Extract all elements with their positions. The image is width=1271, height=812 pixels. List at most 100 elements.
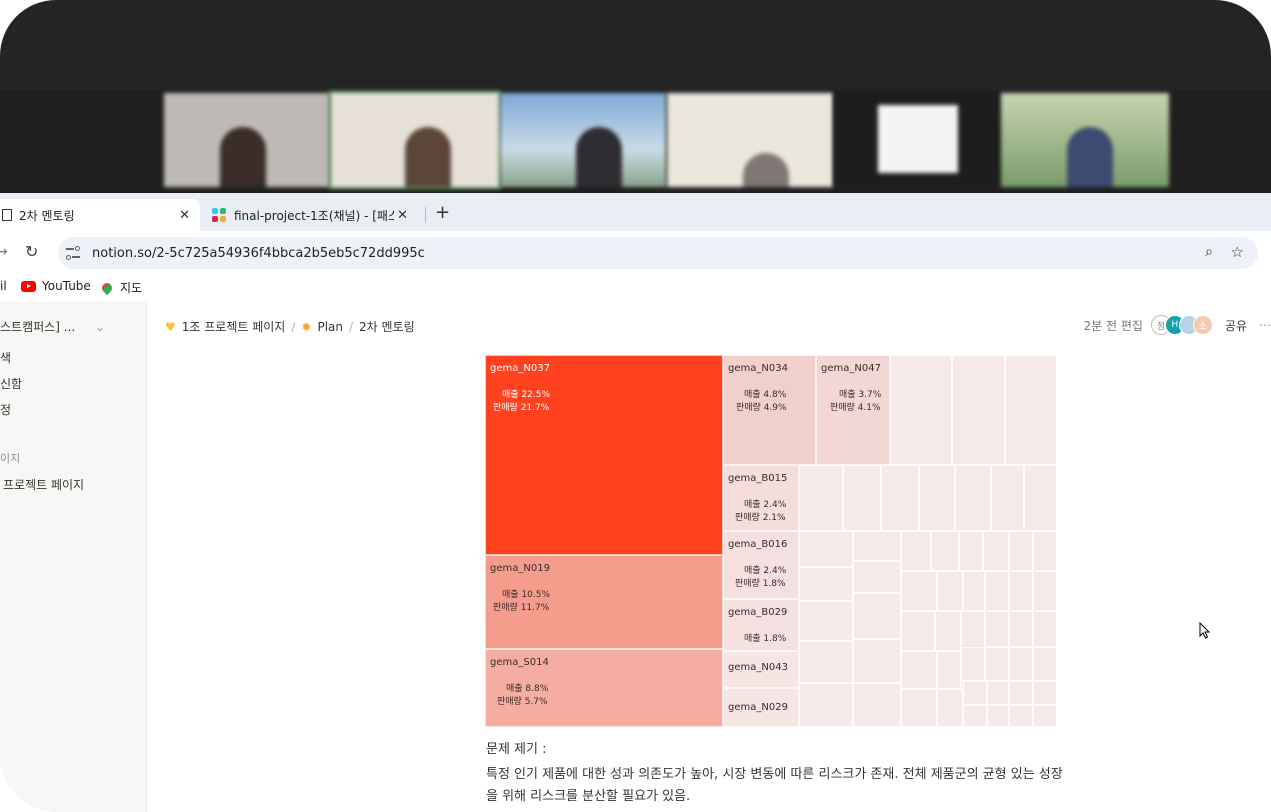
- problem-heading: 문제 제기 :: [486, 742, 547, 757]
- sidebar-item-inbox[interactable]: 신함: [0, 375, 22, 392]
- treemap-cell-minor: [1009, 611, 1033, 647]
- sidebar-section-label: 이지: [0, 452, 21, 465]
- treemap-cell-minor: [853, 639, 901, 683]
- treemap-cell-minor: [937, 651, 961, 689]
- treemap-cell-minor: [991, 465, 1024, 531]
- treemap-cell-minor: [1009, 705, 1033, 727]
- treemap-cell-minor: [799, 601, 853, 641]
- close-icon[interactable]: ✕: [397, 208, 408, 223]
- treemap-cell-minor: [1009, 531, 1033, 571]
- treemap-cell-minor: [853, 593, 901, 639]
- breadcrumb-item[interactable]: 2차 멘토링: [359, 318, 415, 335]
- notion-page: ♥ 1조 프로젝트 페이지 / ✹ Plan / 2차 멘토링 2분 전 편집 …: [147, 301, 1271, 812]
- treemap-cell-minor: [901, 611, 935, 651]
- sidebar-item-project-page[interactable]: 프로젝트 페이지: [0, 476, 84, 493]
- treemap-cell-minor: [799, 683, 853, 727]
- treemap-cell-minor: [1033, 531, 1057, 571]
- video-tile[interactable]: [667, 93, 833, 187]
- treemap-cell-gema-b029: gema_B029 매출 1.8%: [723, 599, 799, 651]
- chevron-down-icon: ⌄: [94, 320, 106, 334]
- video-tile[interactable]: [164, 93, 330, 187]
- breadcrumb-separator: /: [291, 319, 296, 334]
- edited-timestamp: 2분 전 편집: [1083, 318, 1143, 333]
- sidebar-item-search[interactable]: 색: [0, 349, 11, 366]
- treemap-cell-gema-n034: gema_N034 매출 4.8% 판매량 4.9%: [723, 355, 816, 465]
- treemap-cell-gema-n047: gema_N047 매출 3.7% 판매량 4.1%: [816, 355, 890, 465]
- treemap-cell-minor: [853, 683, 901, 727]
- treemap-cell-minor: [937, 689, 963, 727]
- treemap-cell-minor: [919, 465, 955, 531]
- bookmark-star-icon[interactable]: ☆: [1231, 243, 1244, 261]
- tab-active[interactable]: 2차 멘토링 ✕: [0, 199, 200, 231]
- sun-icon: ✹: [301, 319, 312, 334]
- treemap-cell-minor: [881, 465, 919, 531]
- share-button[interactable]: 공유: [1225, 317, 1247, 334]
- treemap-cell-minor: [1033, 611, 1057, 647]
- treemap-cell-minor: [799, 465, 843, 531]
- video-tile[interactable]: [500, 93, 666, 187]
- video-tile[interactable]: [834, 93, 1000, 187]
- treemap-cell-minor: [843, 465, 881, 531]
- reload-icon[interactable]: ↻: [25, 242, 38, 261]
- treemap-cell-gema-b016: gema_B016 매출 2.4% 판매량 1.8%: [723, 531, 799, 599]
- treemap-cell-minor: [961, 647, 985, 681]
- close-icon[interactable]: ✕: [179, 208, 190, 223]
- treemap-cell-minor: [890, 355, 952, 465]
- treemap-cell-minor: [961, 611, 985, 651]
- tab-divider: [425, 207, 426, 223]
- treemap-cell-minor: [799, 567, 853, 601]
- sidebar-item-settings[interactable]: 정: [0, 401, 11, 418]
- treemap-cell-minor: [901, 651, 937, 689]
- treemap-cell-gema-s014: gema_S014 매출 8.8% 판매량 5.7%: [485, 649, 723, 727]
- treemap-cell-minor: [1009, 681, 1033, 705]
- treemap-cell-minor: [1033, 681, 1057, 705]
- more-icon[interactable]: ⋯: [1259, 318, 1271, 332]
- treemap-cell-minor: [1033, 647, 1057, 681]
- treemap-cell-gema-n029: gema_N029: [723, 688, 799, 727]
- treemap-chart: gema_N037 매출 22.5% 판매량 21.7% gema_N019 매…: [485, 355, 1057, 727]
- treemap-cell-minor: [1033, 571, 1057, 611]
- video-call-strip: [0, 90, 1271, 193]
- video-tile[interactable]: [1001, 93, 1169, 187]
- workspace-switcher[interactable]: 스트캠퍼스] ... ⌄: [0, 318, 105, 335]
- treemap-cell-minor: [985, 571, 1009, 611]
- site-settings-icon[interactable]: [66, 246, 80, 260]
- treemap-cell-minor: [931, 531, 959, 571]
- bookmark-youtube[interactable]: YouTube: [21, 279, 91, 293]
- zoom-icon[interactable]: ⌕: [1205, 244, 1213, 260]
- treemap-cell-gema-b015: gema_B015 매출 2.4% 판매량 2.1%: [723, 465, 799, 531]
- treemap-cell-minor: [937, 571, 963, 611]
- notion-sidebar: 스트캠퍼스] ... ⌄ 색 신함 정 이지 프로젝트 페이지: [0, 301, 147, 812]
- treemap-cell-gema-n037: gema_N037 매출 22.5% 판매량 21.7%: [485, 355, 723, 555]
- breadcrumb-item[interactable]: 1조 프로젝트 페이지: [182, 318, 286, 335]
- notion-icon: [2, 209, 12, 221]
- treemap-cell-minor: [1005, 355, 1057, 465]
- treemap-cell-minor: [935, 611, 961, 651]
- breadcrumb: ♥ 1조 프로젝트 페이지 / ✹ Plan / 2차 멘토링: [165, 318, 415, 335]
- map-pin-icon: [99, 280, 115, 295]
- new-tab-button[interactable]: +: [435, 202, 450, 223]
- tab-slack[interactable]: final-project-1조(채널) - [패스 ✕: [212, 199, 422, 231]
- video-tile-active[interactable]: [329, 91, 501, 189]
- treemap-cell-minor: [955, 465, 991, 531]
- treemap-cell-minor: [1009, 647, 1033, 681]
- device-frame: 2차 멘토링 ✕ final-project-1조(채널) - [패스 ✕ + …: [0, 0, 1271, 812]
- breadcrumb-item[interactable]: Plan: [317, 320, 343, 334]
- url-field[interactable]: notion.so/2-5c725a54936f4bbca2b5eb5c72dd…: [58, 237, 1258, 269]
- mouse-cursor-icon: [1199, 622, 1211, 639]
- treemap-cell-minor: [1024, 465, 1057, 531]
- avatar[interactable]: 소: [1192, 315, 1213, 335]
- treemap-cell-minor: [963, 705, 987, 727]
- treemap-cell-minor: [799, 641, 853, 683]
- forward-arrow-icon[interactable]: →: [0, 244, 8, 260]
- bookmarks-bar: il YouTube 지도: [0, 275, 1271, 301]
- treemap-cell-minor: [985, 611, 1009, 647]
- problem-paragraph: 특정 인기 제품에 대한 성과 의존도가 높아, 시장 변동에 따른 리스크가 …: [486, 767, 1063, 804]
- heart-icon: ♥: [165, 319, 176, 334]
- treemap-cell-minor: [987, 681, 1009, 705]
- treemap-cell-minor: [901, 531, 931, 571]
- bookmark-mail[interactable]: il: [0, 279, 7, 293]
- treemap-cell-gema-n019: gema_N019 매출 10.5% 판매량 11.7%: [485, 555, 723, 649]
- bookmark-maps[interactable]: 지도: [99, 279, 142, 296]
- treemap-cell-minor: [1009, 571, 1033, 611]
